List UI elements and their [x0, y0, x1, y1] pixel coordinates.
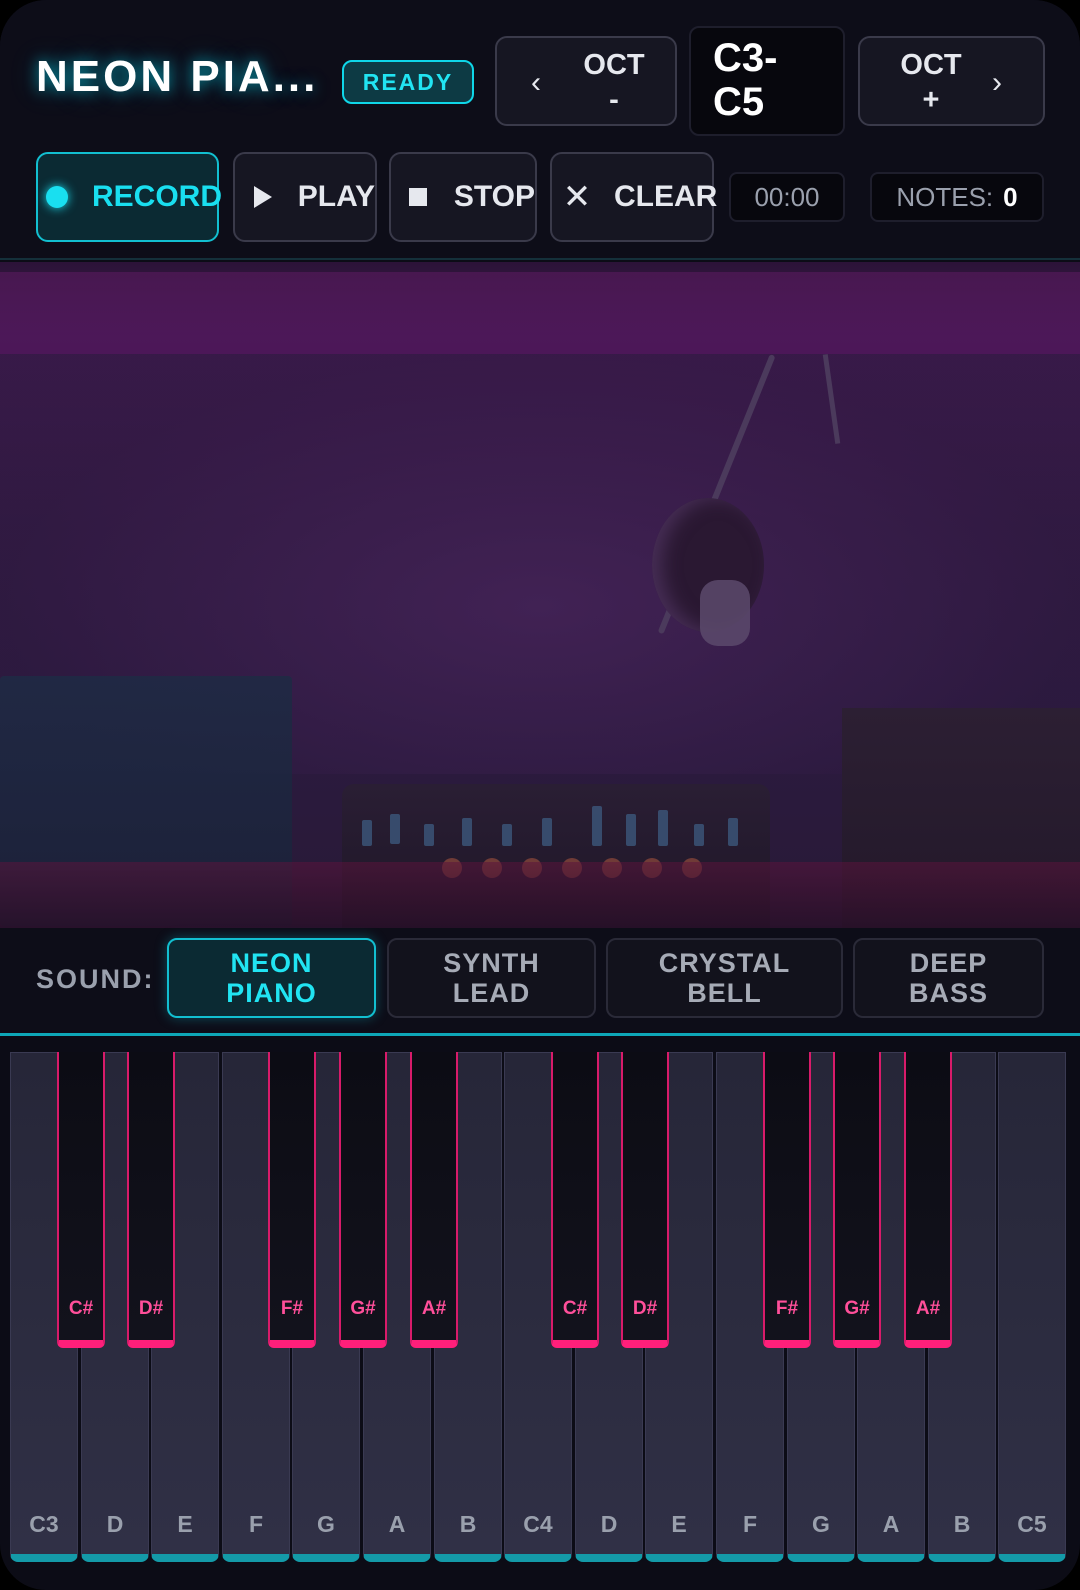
sound-option-deep-bass[interactable]: DEEP BASS [853, 938, 1044, 1018]
stop-icon [407, 184, 430, 210]
clear-label: CLEAR [614, 180, 718, 213]
black-key-4[interactable]: A# [410, 1052, 458, 1348]
sound-option-label: DEEP BASS [908, 948, 988, 1008]
sound-option-label: NEON PIANO [226, 948, 317, 1008]
black-key-label: F# [280, 1298, 304, 1319]
black-key-label: A# [421, 1298, 447, 1319]
black-key-label: A# [915, 1298, 941, 1319]
range-line1: C3- [713, 36, 778, 80]
notes-counter: NOTES: 0 [870, 172, 1044, 222]
stop-label: STOP [453, 180, 535, 213]
clear-button[interactable]: ✕ CLEAR [550, 152, 718, 242]
record-label: RECORD [92, 180, 223, 213]
octave-up-label-line2: + [922, 84, 940, 116]
microphone [700, 580, 750, 646]
octave-up-label: OCT + [890, 48, 972, 118]
sound-option-neon-piano[interactable]: NEON PIANO [167, 938, 376, 1018]
white-key-label: D [106, 1511, 124, 1537]
octave-down-label: OCT - [573, 48, 655, 118]
sound-option-crystal-bell[interactable]: CRYSTAL BELL [606, 938, 843, 1018]
black-key-label: G# [350, 1298, 376, 1319]
status-badge: READY [342, 60, 474, 104]
black-key-8[interactable]: G# [833, 1052, 881, 1348]
record-dot-icon [46, 184, 68, 210]
recording-timer: 00:00 [729, 172, 845, 222]
white-key-label: G [812, 1511, 830, 1537]
white-key-label: C5 [1017, 1511, 1047, 1537]
sound-option-label: SYNTH LEAD [443, 948, 540, 1008]
black-key-label: C# [68, 1298, 94, 1319]
white-key-label: B [459, 1511, 477, 1537]
close-icon: ✕ [562, 178, 592, 216]
black-key-label: D# [632, 1298, 658, 1319]
white-key-label: D [600, 1511, 618, 1537]
octave-down-label-line1: OCT [583, 49, 645, 81]
sound-label: SOUND: [36, 964, 155, 994]
white-key-label: B [953, 1511, 971, 1537]
sound-option-label: CRYSTAL BELL [658, 948, 791, 1008]
notes-count: 0 [1003, 181, 1018, 212]
octave-down-label-line2: - [609, 84, 619, 116]
black-key-0[interactable]: C# [57, 1052, 105, 1348]
white-key-label: A [388, 1511, 406, 1537]
chevron-right-icon: › [992, 66, 1002, 99]
white-key-14[interactable]: C5 [998, 1052, 1066, 1562]
black-key-7[interactable]: F# [763, 1052, 811, 1348]
white-key-label: A [882, 1511, 900, 1537]
black-key-2[interactable]: F# [268, 1052, 316, 1348]
octave-down-button[interactable]: ‹ OCT - [495, 36, 677, 126]
play-icon [253, 184, 274, 210]
black-key-label: C# [562, 1298, 588, 1319]
app-title: NEON PIA... [36, 52, 319, 101]
play-button[interactable]: PLAY [233, 152, 377, 242]
octave-range-display: C3- C5 [689, 26, 845, 136]
black-key-6[interactable]: D# [621, 1052, 669, 1348]
record-button[interactable]: RECORD [36, 152, 223, 242]
black-key-9[interactable]: A# [904, 1052, 952, 1348]
black-key-label: G# [844, 1298, 870, 1319]
black-key-5[interactable]: C# [551, 1052, 599, 1348]
white-key-label: E [671, 1511, 687, 1537]
white-key-label: C4 [523, 1511, 553, 1537]
sound-selector: SOUND: NEON PIANO SYNTH LEAD CRYSTAL BELL D… [0, 928, 1080, 1036]
black-key-label: D# [138, 1298, 164, 1319]
studio-background-image [0, 262, 1080, 928]
black-key-label: F# [775, 1298, 799, 1319]
neon-piano-app: NEON PIA... READY ‹ OCT - C3- C5 OCT + ›… [0, 0, 1080, 1590]
sound-option-synth-lead[interactable]: SYNTH LEAD [387, 938, 596, 1018]
white-key-label: F [742, 1511, 758, 1537]
notes-label: NOTES: [896, 181, 994, 212]
white-key-label: G [317, 1511, 335, 1537]
stop-button[interactable]: STOP [389, 152, 537, 242]
play-label: PLAY [297, 180, 375, 213]
white-key-label: C3 [29, 1511, 59, 1537]
octave-up-label-line1: OCT [900, 49, 962, 81]
black-key-3[interactable]: G# [339, 1052, 387, 1348]
range-line2: C5 [713, 80, 765, 124]
octave-up-button[interactable]: OCT + › [858, 36, 1045, 126]
black-key-1[interactable]: D# [127, 1052, 175, 1348]
chevron-left-icon: ‹ [531, 66, 541, 99]
header: NEON PIA... READY ‹ OCT - C3- C5 OCT + ›… [0, 0, 1080, 260]
white-key-label: E [177, 1511, 193, 1537]
piano-keyboard: C3 D E F G A B C4 D E F G A B C5 C# D# F# G# A# C# D# F# G# A# [10, 1052, 1070, 1564]
white-key-label: F [248, 1511, 264, 1537]
